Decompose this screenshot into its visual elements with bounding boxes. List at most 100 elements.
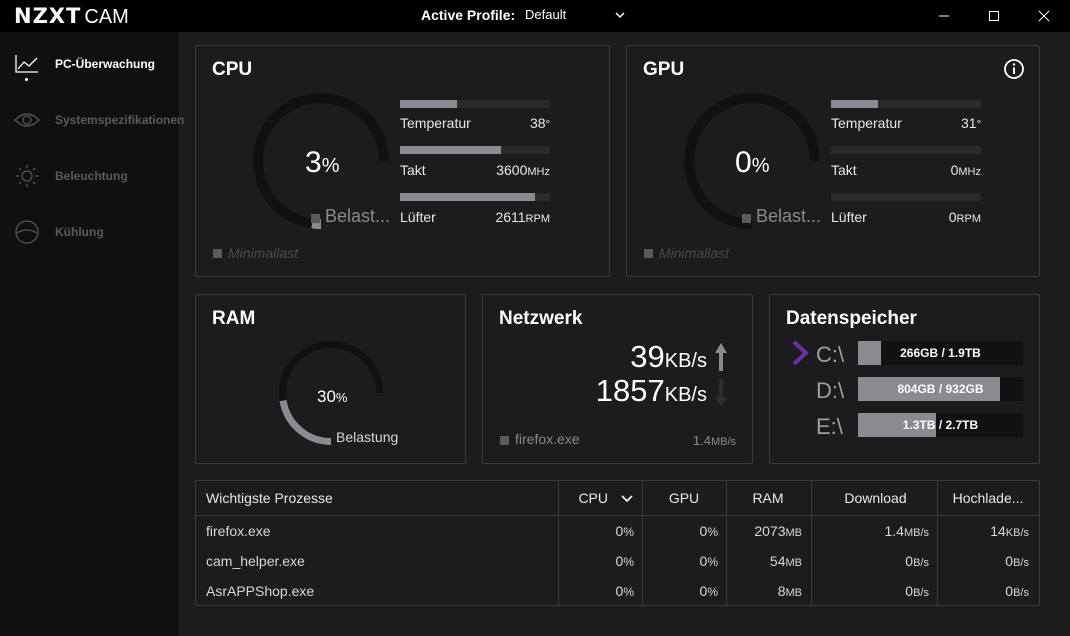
close-icon — [1038, 10, 1050, 22]
header-ram[interactable]: RAM — [728, 481, 808, 516]
process-ram: 54MB — [769, 553, 802, 569]
drive-usage-text: 1.3TB / 2.7TB — [902, 418, 979, 432]
active-indicator — [25, 78, 28, 81]
gpu-load-value: 0% — [735, 146, 770, 179]
cpu-fan-value: 2611RPM — [495, 209, 550, 225]
network-panel: Netzwerk 39KB/s 1857KB/s firefox.exe 1.4… — [482, 294, 753, 464]
network-download-value: 1857KB/s — [595, 373, 707, 408]
table-row[interactable]: AsrAPPShop.exe 0% 0% 8MB 0B/s 0B/s — [196, 576, 1039, 606]
process-name: AsrAPPShop.exe — [206, 583, 315, 599]
fan-icon — [14, 220, 40, 244]
process-name: cam_helper.exe — [206, 553, 305, 569]
drive-usage-bar: 804GB / 932GB — [858, 377, 1023, 401]
chart-line-icon — [14, 52, 40, 76]
cpu-fan-bar — [400, 193, 550, 201]
maximize-icon — [989, 11, 999, 21]
drive-usage-text: 804GB / 932GB — [897, 382, 984, 396]
sun-icon — [14, 164, 40, 188]
gpu-fan-value: 0RPM — [948, 209, 981, 225]
cpu-load-value: 3% — [305, 146, 340, 179]
cpu-panel: CPU 3% Belast... Temperatur 38° Takt 360… — [195, 45, 610, 277]
process-name: firefox.exe — [206, 523, 271, 539]
profile-dropdown[interactable]: Default — [525, 7, 630, 25]
info-icon[interactable] — [1003, 58, 1025, 80]
process-download: 0B/s — [905, 553, 929, 569]
process-cpu: 0% — [615, 523, 634, 539]
active-profile-label: Active Profile: — [421, 7, 516, 23]
gpu-clock-label: Takt — [831, 162, 857, 178]
process-ram: 2073MB — [754, 523, 802, 539]
cpu-load-gauge-fill — [311, 218, 322, 229]
header-gpu[interactable]: GPU — [644, 481, 724, 516]
header-process-name[interactable]: Wichtigste Prozesse — [206, 481, 546, 516]
network-process-legend-swatch — [500, 436, 509, 445]
gpu-temp-bar — [831, 100, 981, 108]
gpu-temp-label: Temperatur — [831, 115, 902, 131]
maximize-button[interactable] — [971, 0, 1017, 32]
ram-title: RAM — [212, 308, 256, 329]
gpu-load-legend-swatch — [742, 214, 751, 223]
cpu-load-label: Belast... — [325, 206, 391, 226]
drive-usage-bar: 266GB / 1.9TB — [858, 341, 1023, 365]
gpu-fan-label: Lüfter — [831, 209, 867, 225]
process-cpu: 0% — [615, 583, 634, 599]
logo-app-name: CAM — [84, 6, 129, 28]
cpu-fan-bar-fill — [400, 193, 535, 201]
process-download: 0B/s — [905, 583, 929, 599]
cpu-temp-label: Temperatur — [400, 115, 471, 131]
cpu-load-legend-swatch — [311, 214, 320, 223]
cpu-fan-label: Lüfter — [400, 209, 436, 225]
drive-label: E:\ — [816, 414, 843, 439]
process-ram: 8MB — [777, 583, 802, 599]
sidebar-item-label: PC-Überwachung — [55, 57, 156, 71]
ram-load-value: 30% — [317, 387, 348, 406]
network-title: Netzwerk — [499, 308, 583, 329]
gpu-temp-value: 31° — [961, 115, 981, 131]
app-logo: NZXT CAM — [14, 4, 129, 28]
sidebar-item-system-specs[interactable]: Systemspezifikationen — [14, 108, 184, 132]
minimize-button[interactable] — [921, 0, 967, 32]
header-download[interactable]: Download — [813, 481, 938, 516]
drive-row-e[interactable]: E:\ 1.3TB / 2.7TB — [770, 413, 1039, 439]
cpu-temp-bar-fill — [400, 100, 457, 108]
sidebar-item-cooling[interactable]: Kühlung — [14, 220, 179, 244]
network-process-name: firefox.exe — [515, 431, 580, 447]
sort-descending-icon — [621, 495, 633, 503]
process-cpu: 0% — [615, 553, 634, 569]
gpu-load-label: Belast... — [756, 206, 822, 226]
cpu-min-legend-swatch — [213, 249, 222, 258]
gpu-clock-bar — [831, 146, 981, 154]
process-gpu: 0% — [699, 523, 718, 539]
network-process-rate: 1.4MB/s — [692, 433, 736, 448]
sidebar-item-lighting[interactable]: Beleuchtung — [14, 164, 179, 188]
cpu-title: CPU — [212, 59, 253, 80]
ram-load-label: Belastung — [336, 429, 399, 445]
cpu-temp-value: 38° — [530, 115, 550, 131]
process-gpu: 0% — [699, 583, 718, 599]
drive-label: D:\ — [816, 378, 845, 403]
gpu-panel: GPU 0% Belast... Temperatur 31° Takt 0MH… — [626, 45, 1040, 277]
drive-row-c[interactable]: C:\ 266GB / 1.9TB — [770, 341, 1039, 367]
sidebar-item-pc-monitoring[interactable]: PC-Überwachung — [14, 52, 179, 81]
drive-row-d[interactable]: D:\ 804GB / 932GB — [770, 377, 1039, 403]
table-row[interactable]: firefox.exe 0% 0% 2073MB 1.4MB/s 14KB/s — [196, 516, 1039, 546]
sidebar-item-label: Systemspezifikationen — [55, 113, 185, 127]
process-upload: 14KB/s — [990, 523, 1029, 539]
table-row[interactable]: cam_helper.exe 0% 0% 54MB 0B/s 0B/s — [196, 546, 1039, 576]
gpu-fan-bar — [831, 193, 981, 201]
drive-usage-text: 266GB / 1.9TB — [900, 346, 981, 360]
close-button[interactable] — [1021, 0, 1067, 32]
gpu-clock-value: 0MHz — [950, 162, 981, 178]
title-bar: NZXT CAM Active Profile: Default — [0, 0, 1070, 32]
processes-table: Wichtigste Prozesse CPU GPU RAM Download… — [195, 480, 1040, 606]
cpu-clock-label: Takt — [400, 162, 426, 178]
storage-panel: Datenspeicher C:\ 266GB / 1.9TB D:\ 804G… — [769, 294, 1040, 464]
header-upload[interactable]: Hochlade... — [938, 481, 1038, 516]
logo-brand: NZXT — [14, 4, 82, 28]
minimize-icon — [939, 15, 949, 17]
gpu-min-legend-swatch — [644, 249, 653, 258]
network-upload-value: 39KB/s — [630, 339, 707, 374]
up-down-arrows-icon — [715, 343, 727, 407]
process-upload: 0B/s — [1005, 583, 1029, 599]
sidebar-item-label: Kühlung — [55, 225, 104, 239]
